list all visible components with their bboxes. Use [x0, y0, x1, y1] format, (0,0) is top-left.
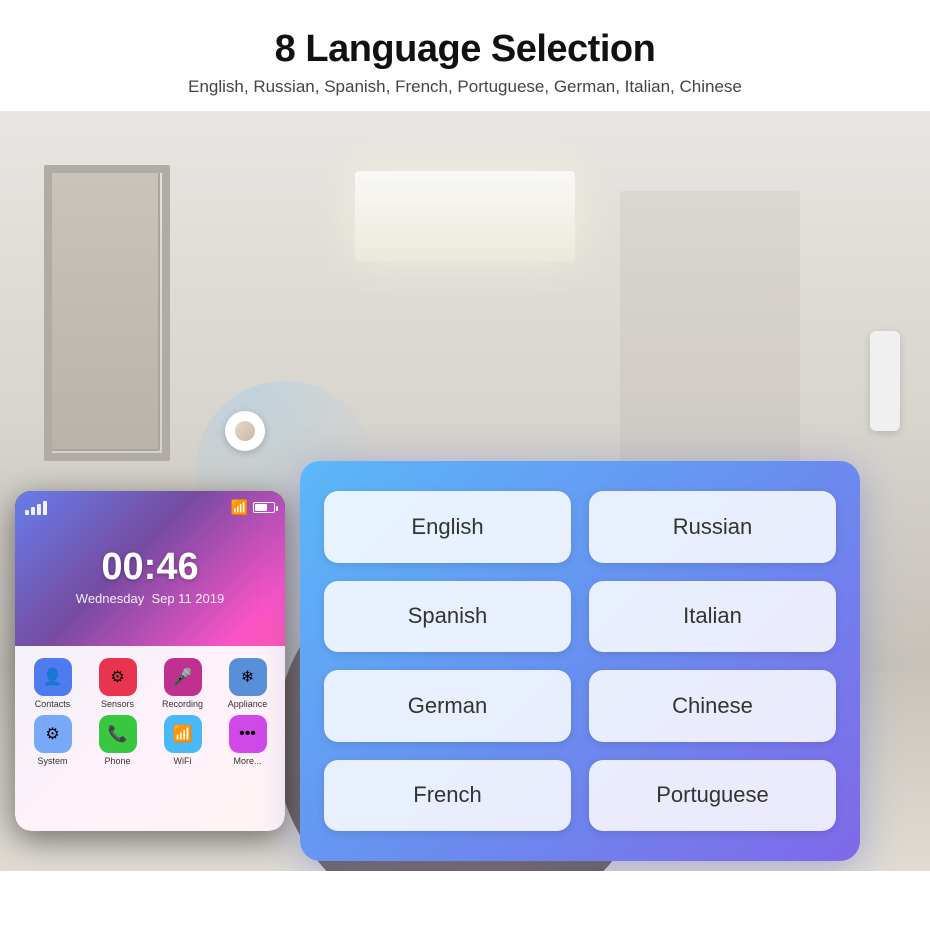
app-recording[interactable]: 🎤 Recording — [153, 658, 212, 709]
battery-icon — [253, 502, 275, 513]
signal-bar-1 — [25, 510, 29, 515]
system-label: System — [37, 756, 67, 766]
page-title: 8 Language Selection — [20, 28, 910, 71]
room-background: 📶 00:46 Wednesday Sep 11 2019 👤 Contacts ⚙… — [0, 111, 930, 871]
lang-button-english[interactable]: English — [324, 491, 571, 563]
battery-fill — [255, 504, 267, 511]
phone-bottom-panel: 👤 Contacts ⚙ Sensors 🎤 Recording ❄ Appliance ⚙ Sy… — [15, 646, 285, 831]
ceiling-light — [355, 171, 575, 261]
lang-button-french[interactable]: French — [324, 760, 571, 832]
recording-label: Recording — [162, 699, 203, 709]
door-frame — [44, 165, 170, 461]
app-system[interactable]: ⚙ System — [23, 715, 82, 766]
app-more...[interactable]: ••• More... — [218, 715, 277, 766]
system-icon: ⚙ — [34, 715, 72, 753]
lang-button-italian[interactable]: Italian — [589, 581, 836, 653]
appliance-icon: ❄ — [229, 658, 267, 696]
app-sensors[interactable]: ⚙ Sensors — [88, 658, 147, 709]
lang-button-russian[interactable]: Russian — [589, 491, 836, 563]
app-contacts[interactable]: 👤 Contacts — [23, 658, 82, 709]
contacts-label: Contacts — [35, 699, 71, 709]
wifi-icon: 📶 — [164, 715, 202, 753]
status-bar: 📶 — [25, 499, 275, 516]
phone-device: 📶 00:46 Wednesday Sep 11 2019 👤 Contacts ⚙… — [15, 491, 285, 831]
app-grid: 👤 Contacts ⚙ Sensors 🎤 Recording ❄ Appliance ⚙ Sy… — [15, 646, 285, 770]
room-shelf — [620, 191, 800, 491]
lang-button-portuguese[interactable]: Portuguese — [589, 760, 836, 832]
recording-icon: 🎤 — [164, 658, 202, 696]
signal-bar-4 — [43, 501, 47, 515]
app-appliance[interactable]: ❄ Appliance — [218, 658, 277, 709]
signal-bar-3 — [37, 504, 41, 515]
battery-nub — [276, 506, 278, 511]
app-wifi[interactable]: 📶 WiFi — [153, 715, 212, 766]
language-grid: EnglishRussianSpanishItalianGermanChines… — [324, 491, 836, 831]
subtitle: English, Russian, Spanish, French, Portu… — [20, 77, 910, 97]
sensors-icon: ⚙ — [99, 658, 137, 696]
signal-bars — [25, 501, 47, 515]
app-phone[interactable]: 📞 Phone — [88, 715, 147, 766]
phone-date: Wednesday Sep 11 2019 — [15, 591, 285, 606]
more...-label: More... — [233, 756, 261, 766]
signal-bar-2 — [31, 507, 35, 515]
device-inner — [235, 421, 255, 441]
contacts-icon: 👤 — [34, 658, 72, 696]
wifi-label: WiFi — [174, 756, 192, 766]
phone-time: 00:46 — [15, 546, 285, 589]
more...-icon: ••• — [229, 715, 267, 753]
appliance-label: Appliance — [228, 699, 268, 709]
right-wall-device — [870, 331, 900, 431]
room-door — [50, 171, 160, 451]
phone-screen: 📶 00:46 Wednesday Sep 11 2019 👤 Contacts ⚙… — [15, 491, 285, 831]
sensors-label: Sensors — [101, 699, 134, 709]
lang-button-german[interactable]: German — [324, 670, 571, 742]
lang-button-chinese[interactable]: Chinese — [589, 670, 836, 742]
phone-label: Phone — [104, 756, 130, 766]
language-panel: EnglishRussianSpanishItalianGermanChines… — [300, 461, 860, 861]
wifi-icon: 📶 — [231, 499, 248, 516]
phone-icon: 📞 — [99, 715, 137, 753]
lang-button-spanish[interactable]: Spanish — [324, 581, 571, 653]
header: 8 Language Selection English, Russian, S… — [0, 0, 930, 111]
wall-device — [225, 411, 265, 451]
